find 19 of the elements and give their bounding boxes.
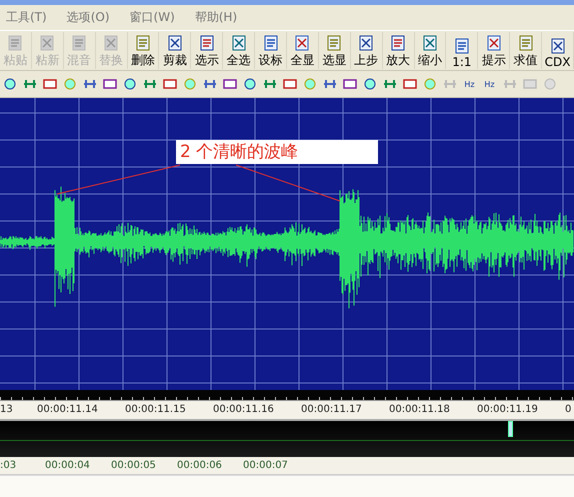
time-label: 13 — [0, 403, 14, 417]
toolbar-button[interactable]: CDX — [542, 32, 574, 69]
menu-item[interactable]: 工具(T) — [6, 9, 47, 26]
time-label: 00:00:11.18 — [389, 403, 451, 417]
time-label: 00:00:07 — [243, 459, 289, 473]
menu-item[interactable]: 选项(O) — [66, 9, 110, 26]
time-label: 00:00:05 — [111, 459, 157, 473]
time-label: 0 — [565, 403, 572, 417]
time-label: 00:00:11.19 — [477, 403, 539, 417]
time-label: 00:00:11.14 — [37, 403, 99, 417]
time-label: 00:00:11.15 — [125, 403, 187, 417]
time-label: :03 — [0, 459, 18, 473]
menu-item[interactable]: 帮助(H) — [194, 9, 238, 26]
time-label: 00:00:04 — [45, 459, 91, 473]
time-label: 00:00:11.16 — [213, 403, 275, 417]
menu-item[interactable]: 窗口(W) — [130, 9, 175, 26]
annotation-label: 2 个清晰的波峰 — [176, 140, 378, 164]
time-label: 00:00:06 — [177, 459, 223, 473]
time-label: 00:00:11.17 — [301, 403, 363, 417]
